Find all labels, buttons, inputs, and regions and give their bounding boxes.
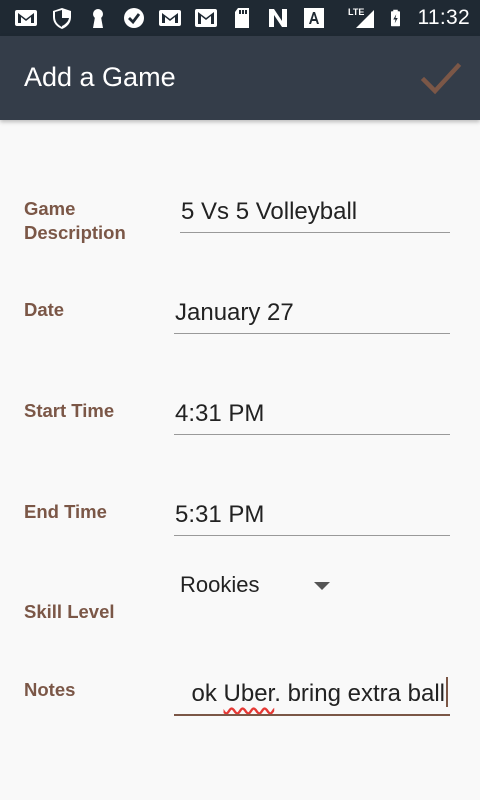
clock: 11:32	[417, 6, 470, 29]
checkmark-icon	[420, 62, 462, 95]
notes-text-part: . bring extra ball	[274, 680, 445, 707]
page-title: Add a Game	[24, 62, 176, 92]
signal-icon: LTE	[348, 7, 374, 28]
keyhole-icon	[93, 9, 103, 28]
status-bar: LTE 11:32	[0, 0, 480, 36]
notes-text: ok Uber. bring extra ball	[192, 677, 448, 708]
photo-mail-icon	[195, 9, 217, 27]
misspelled-word[interactable]: Uber	[224, 680, 275, 707]
game-description-label: Game Description	[24, 197, 126, 245]
end-time-input[interactable]: 5:31 PM	[174, 490, 450, 536]
dropdown-arrow-icon	[314, 582, 330, 590]
skill-level-label: Skill Level	[24, 601, 115, 622]
sd-card-icon	[235, 8, 249, 28]
notification-icons	[14, 6, 326, 30]
end-time-value: 5:31 PM	[175, 501, 265, 528]
label-line: Description	[24, 222, 126, 243]
network-type-label: LTE	[348, 7, 364, 17]
app-bar: Add a Game	[0, 36, 480, 120]
battery-icon	[390, 9, 400, 27]
skill-level-value: Rookies	[180, 572, 260, 597]
notes-input[interactable]: ok Uber. bring extra ball	[174, 664, 450, 716]
system-icons: LTE 11:32	[348, 4, 471, 32]
date-value: January 27	[175, 299, 294, 326]
start-time-label: Start Time	[24, 400, 115, 421]
start-time-input[interactable]: 4:31 PM	[174, 389, 450, 435]
game-description-input[interactable]: 5 Vs 5 Volleyball	[180, 188, 450, 233]
start-time-value: 4:31 PM	[175, 400, 265, 427]
gmail-icon	[159, 10, 181, 26]
n-icon	[269, 9, 287, 27]
text-cursor	[446, 677, 448, 707]
date-label: Date	[24, 299, 65, 320]
check-bubble-icon	[124, 8, 144, 28]
save-button[interactable]	[420, 58, 462, 98]
gmail-icon	[15, 10, 37, 26]
label-line: Game	[24, 198, 76, 219]
font-icon	[304, 8, 324, 28]
notes-label: Notes	[24, 679, 76, 700]
shield-icon	[53, 8, 71, 29]
skill-level-dropdown[interactable]: Rookies	[180, 566, 340, 606]
notes-text-part: ok	[191, 680, 224, 707]
date-input[interactable]: January 27	[174, 288, 450, 334]
end-time-label: End Time	[24, 501, 107, 522]
game-description-value: 5 Vs 5 Volleyball	[181, 198, 358, 225]
